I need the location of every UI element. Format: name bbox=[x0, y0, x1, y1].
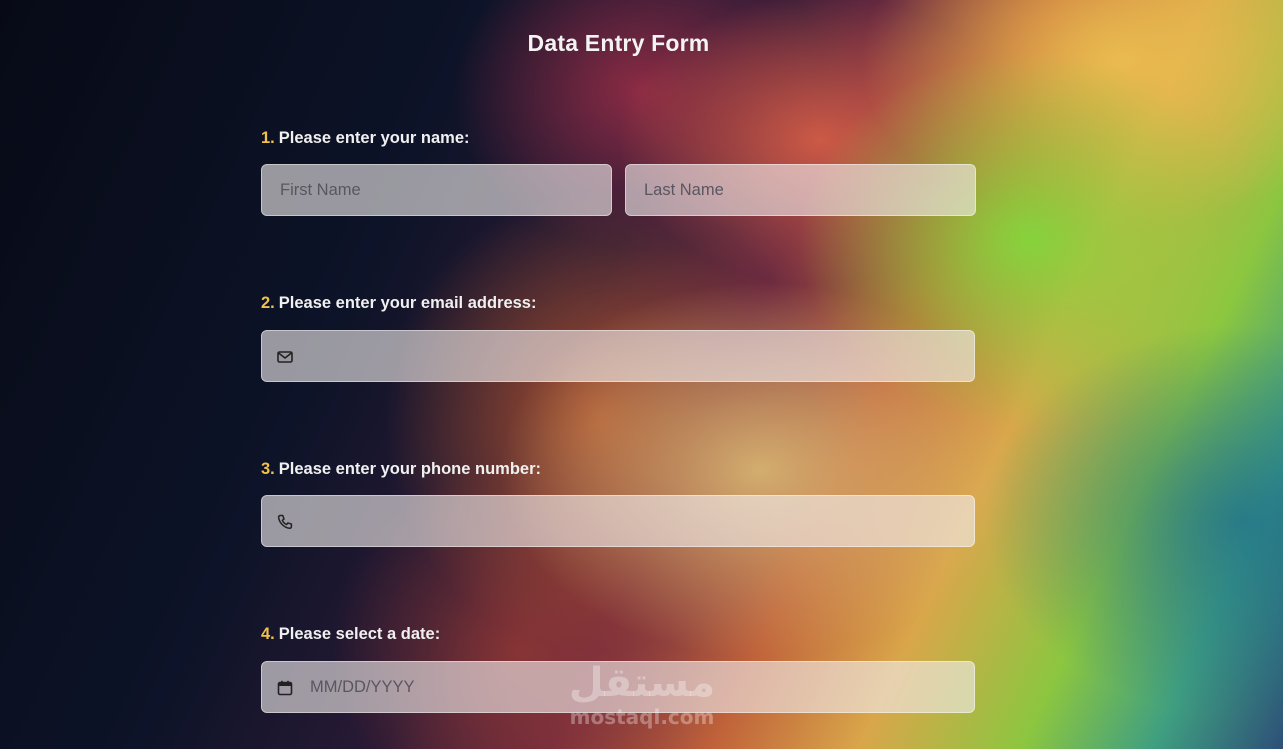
form-title: Data Entry Form bbox=[527, 30, 710, 56]
question-email: 2. Please enter your email address: bbox=[261, 294, 536, 313]
question-number: 2. bbox=[261, 294, 275, 312]
question-label: Please enter your email address: bbox=[278, 294, 537, 312]
question-number: 3. bbox=[261, 460, 275, 478]
date-input[interactable] bbox=[262, 662, 974, 712]
question-date: 4. Please select a date: bbox=[261, 625, 440, 644]
question-label: Please enter your name: bbox=[278, 129, 470, 147]
question-number: 4. bbox=[261, 625, 275, 643]
email-input[interactable] bbox=[262, 331, 974, 381]
last-name-input[interactable] bbox=[626, 165, 975, 215]
question-number: 1. bbox=[261, 129, 275, 147]
email-field[interactable] bbox=[261, 330, 975, 382]
phone-field[interactable] bbox=[261, 495, 975, 547]
phone-input[interactable] bbox=[262, 496, 974, 546]
last-name-field[interactable] bbox=[625, 164, 976, 216]
first-name-input[interactable] bbox=[262, 165, 611, 215]
first-name-field[interactable] bbox=[261, 164, 612, 216]
question-phone: 3. Please enter your phone number: bbox=[261, 460, 541, 479]
date-field[interactable] bbox=[261, 661, 975, 713]
question-name: 1. Please enter your name: bbox=[261, 129, 470, 148]
question-label: Please enter your phone number: bbox=[278, 460, 541, 478]
question-label: Please select a date: bbox=[278, 625, 441, 643]
